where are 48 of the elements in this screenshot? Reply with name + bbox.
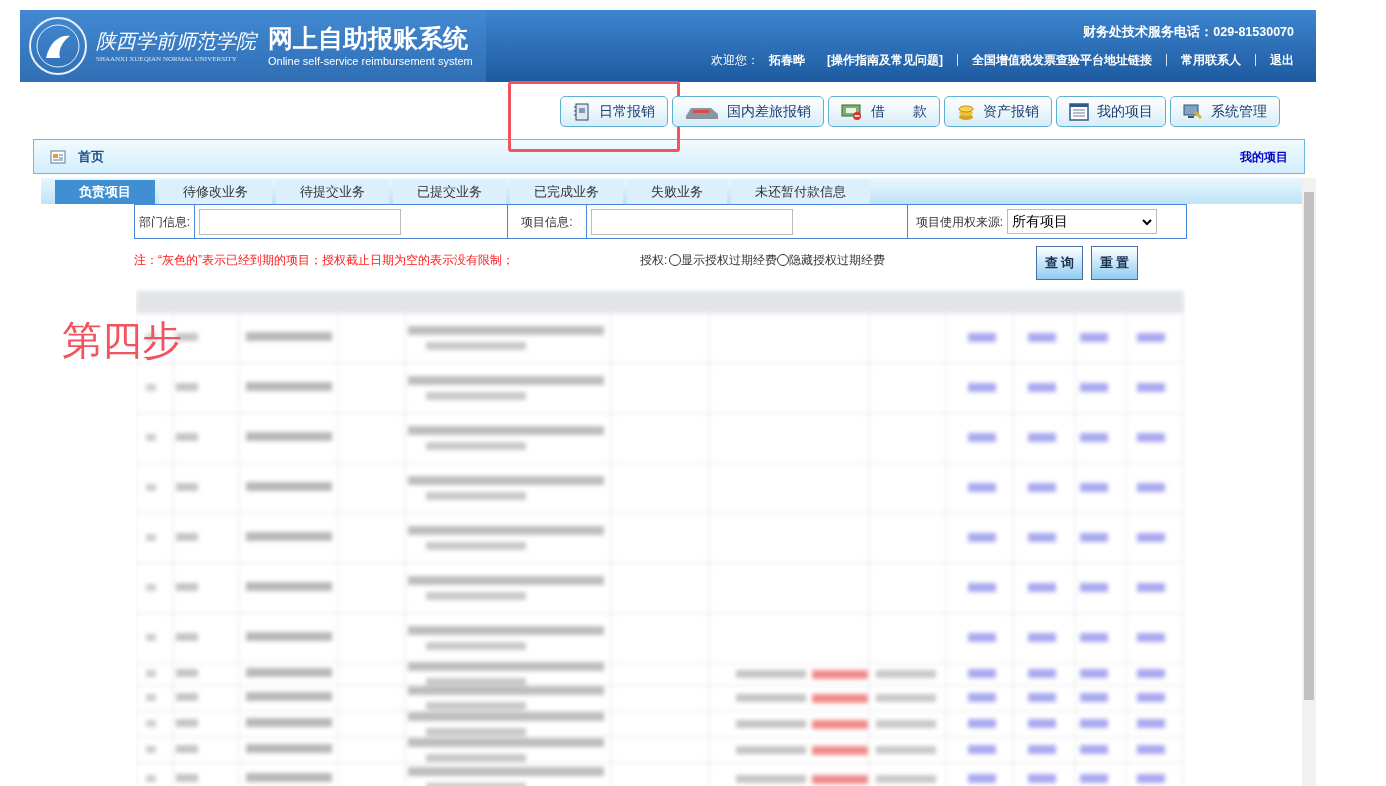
department-label: 部门信息: bbox=[135, 205, 195, 238]
header-link[interactable]: 全国增值税发票查验平台地址链接 bbox=[972, 51, 1152, 70]
system-title: 网上自助报账系统 bbox=[268, 22, 469, 53]
school-emblem-icon bbox=[28, 16, 88, 76]
header-link[interactable]: [操作指南及常见问题] bbox=[827, 51, 943, 70]
radio-label: 显示授权过期经费 bbox=[681, 252, 778, 269]
tab[interactable]: 失败业务 bbox=[627, 180, 727, 204]
nav-button[interactable]: 资产报销 bbox=[944, 96, 1052, 127]
legend-note: 注：“灰色的”表示已经到期的项目；授权截止日期为空的表示没有限制； bbox=[134, 252, 515, 269]
nav-button[interactable]: 国内差旅报销 bbox=[672, 96, 824, 127]
radio-button[interactable] bbox=[777, 254, 790, 266]
hotline-text: 财务处技术服务电话：029-81530070 bbox=[1083, 23, 1294, 41]
action-button[interactable]: 重 置 bbox=[1091, 245, 1138, 280]
tab[interactable]: 待修改业务 bbox=[159, 180, 272, 204]
project-label: 项目信息: bbox=[508, 205, 587, 238]
source-dropdown[interactable]: 所有项目 bbox=[1007, 209, 1157, 234]
project-input[interactable] bbox=[591, 208, 793, 235]
header-link[interactable]: 常用联系人 bbox=[1181, 51, 1241, 70]
tab[interactable]: 已完成业务 bbox=[510, 180, 623, 204]
cash-icon bbox=[841, 102, 863, 121]
tab[interactable]: 待提交业务 bbox=[276, 180, 389, 204]
system-subtitle: Online self-service reimbursement system bbox=[268, 53, 473, 69]
coins-icon bbox=[957, 102, 975, 121]
step-annotation: 第四步 bbox=[62, 317, 182, 364]
header-link[interactable]: 退出 bbox=[1270, 51, 1294, 70]
breadcrumb-home[interactable]: 首页 bbox=[78, 146, 104, 167]
computer-icon bbox=[1183, 102, 1203, 121]
source-label: 项目使用权来源: bbox=[914, 213, 1004, 231]
nav-button[interactable]: 我的项目 bbox=[1056, 96, 1166, 127]
radio-label: 隐藏授权过期经费 bbox=[789, 252, 886, 269]
my-projects-link[interactable]: 我的项目 bbox=[1240, 147, 1288, 166]
school-name: 陕西学前师范学院 bbox=[96, 28, 256, 54]
scrollbar[interactable] bbox=[1302, 178, 1316, 786]
user-name: 拓春晔 bbox=[769, 52, 805, 70]
action-button[interactable]: 查 询 bbox=[1036, 245, 1083, 280]
nav-button[interactable]: 系统管理 bbox=[1170, 96, 1280, 127]
nav-button[interactable]: 日常报销 bbox=[560, 96, 668, 127]
nav-button[interactable]: 借 款 bbox=[828, 96, 940, 127]
welcome-label: 欢迎您： bbox=[711, 52, 759, 70]
home-page-icon bbox=[50, 149, 66, 164]
notebook-icon bbox=[573, 102, 591, 121]
tab[interactable]: 已提交业务 bbox=[393, 180, 506, 204]
radio-button[interactable] bbox=[669, 254, 682, 266]
list-icon bbox=[1069, 102, 1089, 121]
chevron-down-icon bbox=[1142, 217, 1152, 226]
authorization-label: 授权: bbox=[640, 252, 668, 269]
department-input[interactable] bbox=[199, 208, 401, 235]
tab[interactable]: 未还暂付款信息 bbox=[731, 180, 870, 204]
